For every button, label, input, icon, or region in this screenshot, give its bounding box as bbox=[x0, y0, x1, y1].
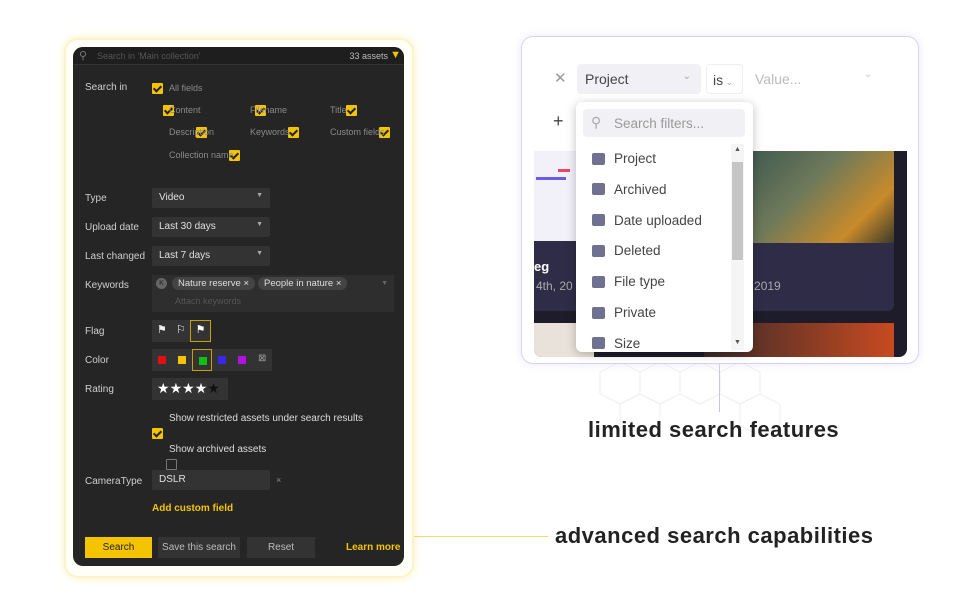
color-swatch[interactable] bbox=[172, 349, 192, 371]
color-swatch[interactable] bbox=[192, 349, 212, 371]
chevron-down-icon[interactable]: ▼ bbox=[381, 280, 388, 287]
search-button[interactable]: Search bbox=[85, 537, 152, 558]
box-icon bbox=[592, 152, 605, 165]
search-in-option-label: Filename bbox=[250, 105, 288, 115]
advanced-search-panel: ⚲ Search in 'Main collection' 33 assets … bbox=[73, 47, 404, 566]
chevron-down-icon[interactable]: ⌄ bbox=[864, 69, 872, 80]
no-color-icon[interactable]: ⊠ bbox=[258, 353, 266, 364]
limited-caption: limited search features bbox=[588, 417, 840, 442]
archived-checkbox[interactable] bbox=[165, 459, 177, 470]
search-in-option-label: Content bbox=[169, 105, 201, 115]
add-custom-field-link[interactable]: Add custom field bbox=[152, 503, 233, 514]
search-in-option-label: Custom fields bbox=[330, 127, 385, 137]
keywords-label: Keywords bbox=[85, 280, 129, 291]
flag-group: ⚑ ⚐ ⚑ bbox=[152, 320, 211, 342]
filter-option[interactable]: File type bbox=[592, 274, 665, 289]
lock-icon bbox=[592, 306, 605, 319]
search-in-checkbox[interactable] bbox=[152, 83, 163, 94]
filter-option[interactable]: Size bbox=[592, 336, 640, 351]
filter-dropdown: ⚲ Search filters... Project Archived Date … bbox=[576, 102, 753, 352]
color-swatch[interactable] bbox=[232, 349, 252, 371]
chevron-down-icon: ▼ bbox=[256, 192, 263, 199]
save-search-button[interactable]: Save this search bbox=[158, 537, 240, 558]
reset-button[interactable]: Reset bbox=[247, 537, 315, 558]
filter-option[interactable]: Deleted bbox=[592, 243, 661, 258]
search-in-option-label: Title bbox=[330, 105, 347, 115]
keyword-chip[interactable]: People in nature × bbox=[258, 277, 348, 290]
star-icon[interactable]: ★ bbox=[170, 380, 183, 396]
keyword-chip[interactable]: Nature reserve × bbox=[172, 277, 256, 290]
close-icon[interactable]: ✕ bbox=[554, 69, 567, 87]
asset-count: 33 assets bbox=[349, 51, 388, 61]
chevron-down-icon: ▼ bbox=[256, 250, 263, 257]
file-type-icon bbox=[592, 275, 605, 288]
learn-more-link[interactable]: Learn more bbox=[346, 542, 400, 553]
chevron-down-icon: ▼ bbox=[256, 221, 263, 228]
filter-icon[interactable]: ▼ bbox=[390, 49, 401, 61]
color-label: Color bbox=[85, 355, 109, 366]
filter-search-input[interactable]: ⚲ Search filters... bbox=[583, 109, 745, 137]
tag-icon bbox=[592, 214, 605, 227]
type-select[interactable]: Video ▼ bbox=[152, 188, 270, 208]
search-in-checkbox[interactable] bbox=[346, 105, 357, 116]
flag-picked-icon[interactable]: ⚑ bbox=[157, 323, 167, 336]
star-icon[interactable]: ★ bbox=[195, 380, 208, 396]
last-changed-select[interactable]: Last 7 days ▼ bbox=[152, 246, 270, 266]
search-in-option-label: All fields bbox=[169, 83, 203, 93]
connector-line bbox=[414, 536, 548, 537]
color-swatch[interactable] bbox=[152, 349, 172, 371]
archived-label: Show archived assets bbox=[169, 444, 267, 455]
archive-icon bbox=[592, 183, 605, 196]
keyword-icon: K bbox=[156, 278, 167, 289]
camera-type-input[interactable]: DSLR bbox=[152, 470, 270, 490]
add-filter-icon[interactable]: + bbox=[553, 111, 564, 132]
search-in-option-label: Collection name bbox=[169, 150, 234, 160]
scrollbar[interactable]: ▲ ▼ bbox=[731, 144, 744, 350]
restricted-label: Show restricted assets under search resu… bbox=[169, 413, 363, 424]
search-icon: ⚲ bbox=[79, 50, 88, 62]
rating-label: Rating bbox=[85, 384, 114, 395]
color-group: ⊠ bbox=[152, 349, 272, 371]
filter-option[interactable]: Date uploaded bbox=[592, 213, 702, 228]
size-icon bbox=[592, 337, 605, 350]
star-icon[interactable]: ★ bbox=[182, 380, 195, 396]
field-select[interactable]: Project ⌄ bbox=[577, 64, 701, 94]
advanced-caption: advanced search capabilities bbox=[555, 523, 874, 548]
keywords-input[interactable]: K Nature reserve × People in nature × At… bbox=[152, 275, 394, 312]
search-icon: ⚲ bbox=[591, 114, 602, 130]
upload-date-label: Upload date bbox=[85, 222, 139, 233]
rating-stars[interactable]: ★★★★★ bbox=[152, 378, 228, 400]
upload-date-select[interactable]: Last 30 days ▼ bbox=[152, 217, 270, 237]
search-in-option-label: Description bbox=[169, 127, 215, 137]
search-bar[interactable]: ⚲ Search in 'Main collection' 33 assets … bbox=[73, 47, 404, 65]
flag-unflagged-icon[interactable]: ⚑ bbox=[190, 320, 211, 342]
search-in-label: Search in bbox=[85, 82, 128, 93]
last-changed-label: Last changed bbox=[85, 251, 146, 262]
type-label: Type bbox=[85, 193, 107, 204]
connector-line bbox=[719, 364, 720, 412]
trash-icon bbox=[592, 244, 605, 257]
restricted-checkbox[interactable] bbox=[152, 428, 163, 439]
operator-select[interactable]: is ⌄ bbox=[706, 64, 743, 94]
flag-label: Flag bbox=[85, 326, 105, 337]
flag-rejected-icon[interactable]: ⚐ bbox=[176, 323, 186, 336]
filter-option[interactable]: Private bbox=[592, 305, 656, 320]
search-in-option-label: Keywords bbox=[250, 127, 290, 137]
filter-option[interactable]: Archived bbox=[592, 182, 667, 197]
star-icon[interactable]: ★ bbox=[157, 380, 170, 396]
value-input[interactable]: Value... bbox=[755, 71, 801, 87]
star-icon[interactable]: ★ bbox=[207, 380, 220, 396]
search-input[interactable]: Search in 'Main collection' bbox=[97, 51, 201, 61]
color-swatch[interactable] bbox=[212, 349, 232, 371]
camera-type-label: CameraType bbox=[85, 476, 143, 487]
filter-option[interactable]: Project bbox=[592, 151, 656, 166]
keywords-placeholder: Attach keywords bbox=[175, 296, 242, 306]
remove-field-icon[interactable]: × bbox=[276, 475, 281, 485]
chevron-down-icon: ⌄ bbox=[682, 71, 691, 82]
